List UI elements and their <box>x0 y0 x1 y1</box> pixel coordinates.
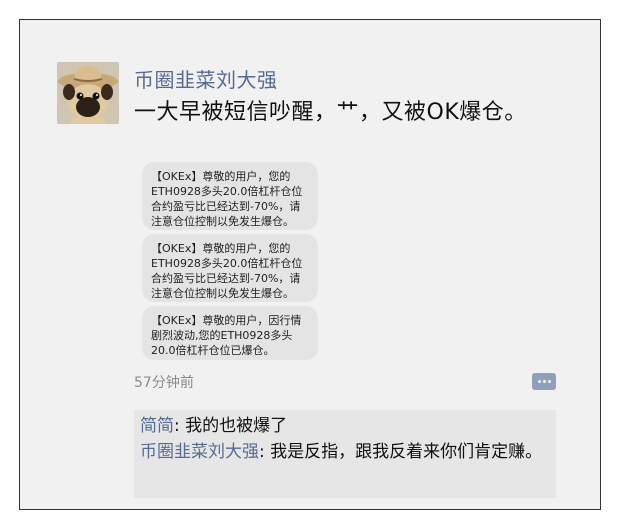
moments-post: 币圈韭菜刘大强 一大早被短信吵醒，艹，又被OK爆仓。 【OKEx】尊敬的用户，您… <box>19 19 601 510</box>
comment-text: : 我的也被爆了 <box>174 416 288 436</box>
sms-message-1[interactable]: 【OKEx】尊敬的用户，您的 ETH0928多头20.0倍杠杆仓位 合约盈亏比已… <box>142 162 318 230</box>
comment-item[interactable]: 币圈韭菜刘大强: 我是反指，跟我反着来你们肯定赚。 <box>140 439 550 465</box>
sms-message-3[interactable]: 【OKEx】尊敬的用户，因行情 剧烈波动,您的ETH0928多头 20.0倍杠杆… <box>142 306 318 360</box>
post-author-name[interactable]: 币圈韭菜刘大强 <box>134 64 278 93</box>
comments-section: 简简: 我的也被爆了 币圈韭菜刘大强: 我是反指，跟我反着来你们肯定赚。 <box>134 410 556 498</box>
comment-dots-icon[interactable] <box>532 373 556 390</box>
comment-dot <box>538 380 541 383</box>
pug-with-cowboy-hat-avatar <box>57 62 119 124</box>
sms-message-2[interactable]: 【OKEx】尊敬的用户，您的 ETH0928多头20.0倍杠杆仓位 合约盈亏比已… <box>142 234 318 302</box>
post-text: 一大早被短信吵醒，艹，又被OK爆仓。 <box>134 100 527 125</box>
comment-author[interactable]: 简简 <box>140 416 174 436</box>
comment-dot <box>548 380 551 383</box>
comment-item[interactable]: 简简: 我的也被爆了 <box>140 413 550 439</box>
post-timestamp: 57分钟前 <box>134 375 194 391</box>
avatar[interactable] <box>57 62 119 124</box>
comment-text: : 我是反指，跟我反着来你们肯定赚。 <box>259 442 543 462</box>
comment-dot <box>543 380 546 383</box>
comment-author[interactable]: 币圈韭菜刘大强 <box>140 442 259 462</box>
